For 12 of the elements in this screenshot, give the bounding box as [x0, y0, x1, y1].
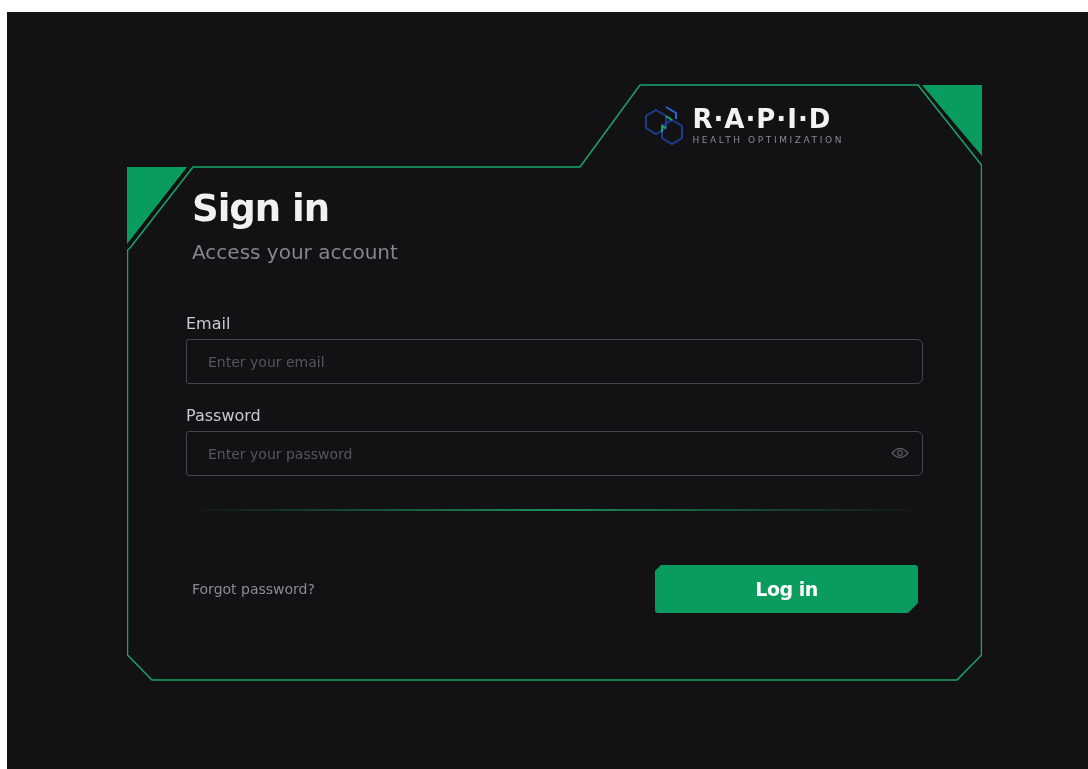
page-title: Sign in	[192, 187, 330, 230]
page-subtitle: Access your account	[192, 240, 398, 264]
eye-icon[interactable]	[891, 447, 909, 459]
corner-triangle	[922, 85, 982, 156]
input-field[interactable]: Enter your password	[186, 431, 923, 476]
input-field[interactable]: Enter your email	[186, 339, 923, 384]
logo-tagline: HEALTH OPTIMIZATION	[692, 135, 844, 145]
field-label: Password	[186, 406, 262, 425]
logo-name: R·A·P·I·D	[692, 105, 832, 133]
login-button[interactable]: Log in	[655, 565, 918, 613]
forgot-password-link[interactable]: Forgot password?	[192, 581, 315, 597]
field-label: Email	[186, 314, 232, 333]
